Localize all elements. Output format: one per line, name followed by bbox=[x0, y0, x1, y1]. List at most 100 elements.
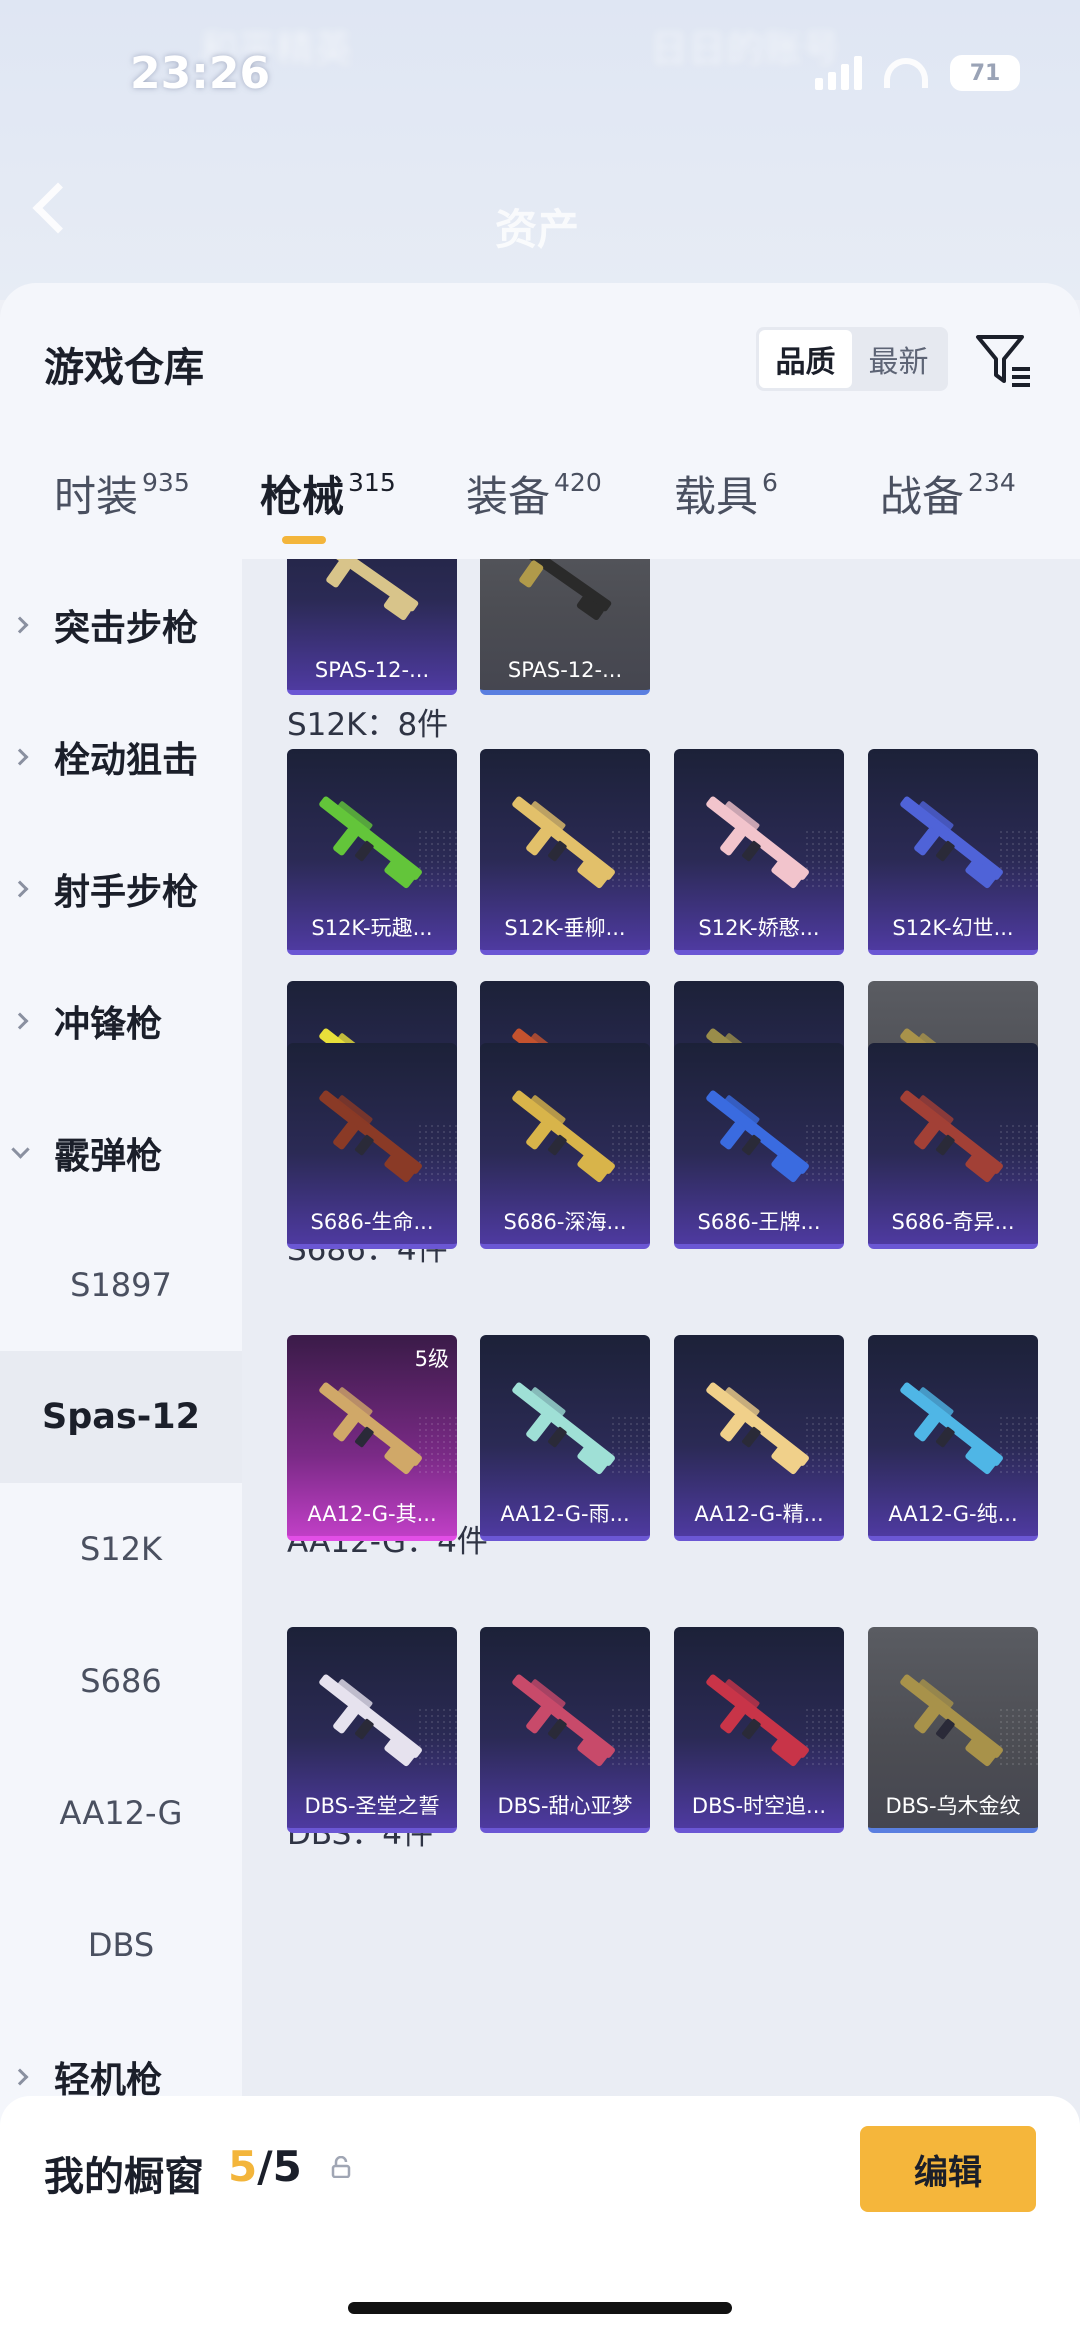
edit-button[interactable]: 编辑 bbox=[860, 2126, 1036, 2212]
skin-card[interactable]: AA12-G-雨... bbox=[480, 1335, 650, 1541]
sidebar-subitem-s686[interactable]: S686 bbox=[0, 1615, 242, 1747]
skin-card[interactable]: DBS-时空追... bbox=[674, 1627, 844, 1833]
tab-label: 载具 bbox=[674, 472, 759, 521]
gun-icon bbox=[900, 1674, 1003, 1767]
tab-gear[interactable]: 战备 234 bbox=[880, 463, 1016, 524]
skin-name: S686-王牌... bbox=[697, 1210, 821, 1234]
gun-icon bbox=[512, 1090, 615, 1183]
skin-card[interactable]: DBS-甜心亚梦 bbox=[480, 1627, 650, 1833]
tab-label: 枪械 bbox=[260, 472, 345, 521]
filter-icon[interactable] bbox=[972, 329, 1034, 391]
skin-card[interactable]: S686-深海... bbox=[480, 1043, 650, 1249]
skin-name: SPAS-12-... bbox=[314, 658, 430, 682]
tab-label: 时装 bbox=[54, 472, 139, 521]
warehouse-sheet: 游戏仓库 品质 最新 时装 935 枪械 315 装备 420 载具 6 战备 234 突… bbox=[0, 283, 1080, 2341]
skin-name: SPAS-12-... bbox=[507, 658, 623, 682]
skin-card[interactable]: S12K-娇憨... bbox=[674, 749, 844, 955]
lock-icon bbox=[331, 2156, 351, 2178]
showcase-count-total: /5 bbox=[257, 2142, 302, 2191]
sidebar-item-bolt-sniper[interactable]: 栓动狙击 bbox=[0, 691, 242, 823]
sidebar-item-shotgun[interactable]: 霰弹枪 bbox=[0, 1087, 242, 1219]
skin-name: S686-生命... bbox=[310, 1210, 434, 1234]
chevron-right-icon bbox=[11, 748, 29, 766]
weapon-type-sidebar: 突击步枪 栓动狙击 射手步枪 冲锋枪 霰弹枪 S1897 Spas-12 S12… bbox=[0, 559, 242, 2341]
skin-card[interactable]: SPAS-12-... bbox=[287, 559, 457, 695]
skin-name: DBS-时空追... bbox=[691, 1794, 827, 1818]
skin-card[interactable]: AA12-G-纯... bbox=[868, 1335, 1038, 1541]
gun-icon bbox=[512, 796, 615, 889]
tab-firearms[interactable]: 枪械 315 bbox=[260, 463, 396, 524]
gun-icon bbox=[319, 1674, 422, 1767]
sidebar-item-marksman[interactable]: 射手步枪 bbox=[0, 823, 242, 955]
gun-icon bbox=[319, 796, 422, 889]
sidebar-subitem-spas12[interactable]: Spas-12 bbox=[0, 1351, 242, 1483]
ghost-text: 日日的账号 bbox=[650, 27, 841, 71]
skin-name: AA12-G-精... bbox=[694, 1502, 824, 1526]
tab-count: 420 bbox=[554, 468, 602, 497]
gun-icon bbox=[319, 1382, 422, 1475]
gun-icon bbox=[706, 1674, 809, 1767]
skin-name: S12K-娇憨... bbox=[698, 916, 820, 940]
background-header: 和平精英 日日的账号 23:26 71 资产 bbox=[0, 0, 1080, 300]
page-title: 资产 bbox=[495, 205, 580, 254]
sidebar-item-label: 冲锋枪 bbox=[54, 1004, 163, 1045]
sidebar-item-assault-rifle[interactable]: 突击步枪 bbox=[0, 559, 242, 691]
tab-label: 战备 bbox=[880, 472, 965, 521]
skin-card[interactable]: S686-王牌... bbox=[674, 1043, 844, 1249]
sort-quality-button[interactable]: 品质 bbox=[759, 330, 852, 388]
skin-card[interactable]: DBS-圣堂之誓 bbox=[287, 1627, 457, 1833]
gun-icon bbox=[516, 559, 612, 620]
skin-name: DBS-甜心亚梦 bbox=[497, 1794, 633, 1818]
back-icon[interactable] bbox=[32, 182, 84, 234]
sidebar-subitem-dbs[interactable]: DBS bbox=[0, 1879, 242, 2011]
gun-icon bbox=[900, 1382, 1003, 1475]
sidebar-item-label: 突击步枪 bbox=[54, 608, 199, 649]
signal-icon bbox=[815, 56, 862, 90]
tab-vehicles[interactable]: 载具 6 bbox=[674, 463, 778, 524]
sidebar-subitem-s12k[interactable]: S12K bbox=[0, 1483, 242, 1615]
sidebar-subitem-aa12g[interactable]: AA12-G bbox=[0, 1747, 242, 1879]
skin-card[interactable]: S12K-幻世... bbox=[868, 749, 1038, 955]
sort-toggle: 品质 最新 bbox=[756, 327, 948, 391]
gun-icon bbox=[900, 1090, 1003, 1183]
skin-card[interactable]: S12K-玩趣... bbox=[287, 749, 457, 955]
status-time: 23:26 bbox=[130, 48, 271, 99]
skin-card[interactable]: AA12-G-精... bbox=[674, 1335, 844, 1541]
skin-card[interactable]: S12K-垂柳... bbox=[480, 749, 650, 955]
chevron-down-icon bbox=[10, 1139, 30, 1159]
chevron-right-icon bbox=[11, 880, 29, 898]
skin-card[interactable]: DBS-乌木金纹 bbox=[868, 1627, 1038, 1833]
skin-card[interactable]: SPAS-12-... bbox=[480, 559, 650, 695]
gun-icon bbox=[319, 1090, 422, 1183]
battery-icon: 71 bbox=[950, 55, 1020, 91]
tab-count: 315 bbox=[348, 468, 396, 497]
tab-equipment[interactable]: 装备 420 bbox=[466, 463, 602, 524]
skin-card[interactable]: S686-奇异... bbox=[868, 1043, 1038, 1249]
sort-newest-button[interactable]: 最新 bbox=[852, 330, 945, 388]
skin-name: S686-奇异... bbox=[891, 1210, 1015, 1234]
gun-icon bbox=[706, 1090, 809, 1183]
skin-name: S686-深海... bbox=[503, 1210, 627, 1234]
chevron-right-icon bbox=[11, 616, 29, 634]
gun-icon bbox=[706, 1382, 809, 1475]
wifi-icon bbox=[884, 58, 928, 88]
category-tabs: 时装 935 枪械 315 装备 420 载具 6 战备 234 bbox=[0, 463, 1080, 553]
skin-card[interactable]: S686-生命... bbox=[287, 1043, 457, 1249]
active-tab-indicator bbox=[282, 536, 326, 544]
sheet-title: 游戏仓库 bbox=[44, 345, 204, 391]
skin-level-badge: 5级 bbox=[414, 1347, 449, 1371]
skin-name: S12K-幻世... bbox=[892, 916, 1014, 940]
sidebar-item-smg[interactable]: 冲锋枪 bbox=[0, 955, 242, 1087]
skin-name: S12K-玩趣... bbox=[311, 916, 433, 940]
skin-name: S12K-垂柳... bbox=[504, 916, 626, 940]
skin-name: AA12-G-雨... bbox=[500, 1502, 630, 1526]
skin-name: DBS-圣堂之誓 bbox=[304, 1794, 440, 1818]
sidebar-item-label: 栓动狙击 bbox=[54, 740, 199, 781]
tab-count: 6 bbox=[762, 468, 778, 497]
tab-count: 935 bbox=[142, 468, 190, 497]
sidebar-subitem-s1897[interactable]: S1897 bbox=[0, 1219, 242, 1351]
skin-card[interactable]: 5级 AA12-G-其... bbox=[287, 1335, 457, 1541]
gun-icon bbox=[706, 796, 809, 889]
skin-grid: SPAS-12-... SPAS-12-... S12K：8件 S12K-玩趣..… bbox=[242, 559, 1080, 2341]
tab-fashion[interactable]: 时装 935 bbox=[54, 463, 190, 524]
